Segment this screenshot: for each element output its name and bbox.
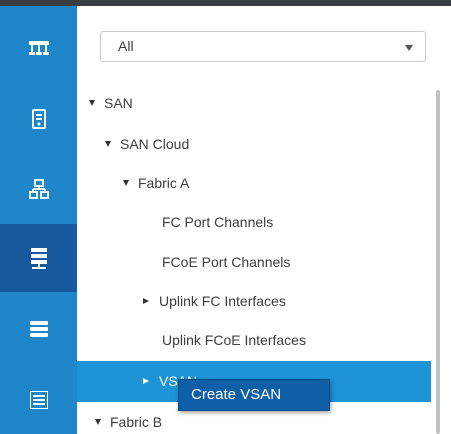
rail-item-servers[interactable] [0, 85, 77, 153]
tree-node-fabric-a[interactable]: Fabric A [123, 173, 189, 193]
tree-node-fcoe-port-channels[interactable]: FCoE Port Channels [162, 252, 290, 272]
tree-node-label: Uplink FCoE Interfaces [162, 332, 306, 348]
tree-node-label: Fabric B [110, 414, 163, 430]
filter-selected-value: All [118, 38, 134, 54]
tree-node-san[interactable]: SAN [89, 93, 133, 113]
tree-node-label: Uplink FC Interfaces [159, 293, 286, 309]
create-vsan-menu-item[interactable]: Create VSAN [191, 386, 281, 403]
tree-node-label: FC Port Channels [162, 214, 274, 230]
caret-right-icon [143, 298, 149, 305]
lan-topology-icon [28, 179, 49, 199]
tree-node-fabric-b[interactable]: Fabric B [89, 412, 162, 432]
rail-item-equipment[interactable] [0, 14, 77, 82]
tree-node-label: SAN [104, 95, 133, 111]
filter-dropdown[interactable]: All [100, 31, 426, 62]
caret-down-icon [95, 419, 101, 426]
tree-node-uplink-fcoe-interfaces[interactable]: Uplink FCoE Interfaces [162, 330, 306, 350]
rail-item-vm[interactable] [0, 295, 77, 363]
rail-item-lan[interactable] [0, 155, 77, 223]
tree-node-fc-port-channels[interactable]: FC Port Channels [162, 212, 273, 232]
tree-node-label: Fabric A [138, 175, 190, 191]
tree-scrollbar[interactable] [436, 90, 440, 434]
context-menu: Create VSAN [178, 379, 330, 411]
tree-node-uplink-fc-interfaces[interactable]: Uplink FC Interfaces [143, 291, 286, 311]
caret-down-icon [123, 180, 129, 187]
network-tree-icon [28, 41, 49, 55]
rail-item-admin[interactable] [0, 366, 77, 434]
san-storage-icon [30, 248, 47, 269]
vm-list-icon [29, 321, 48, 337]
tree-node-label: FCoE Port Channels [162, 254, 291, 270]
server-icon [31, 109, 46, 129]
caret-right-icon [143, 378, 149, 385]
tree-node-san-cloud[interactable]: SAN Cloud [105, 134, 189, 154]
tree-node-label: SAN Cloud [120, 136, 190, 152]
chevron-down-icon [405, 45, 413, 51]
admin-list-icon [29, 391, 48, 409]
caret-down-icon [89, 100, 95, 107]
rail-item-san[interactable] [0, 224, 77, 292]
caret-down-icon [105, 141, 111, 148]
